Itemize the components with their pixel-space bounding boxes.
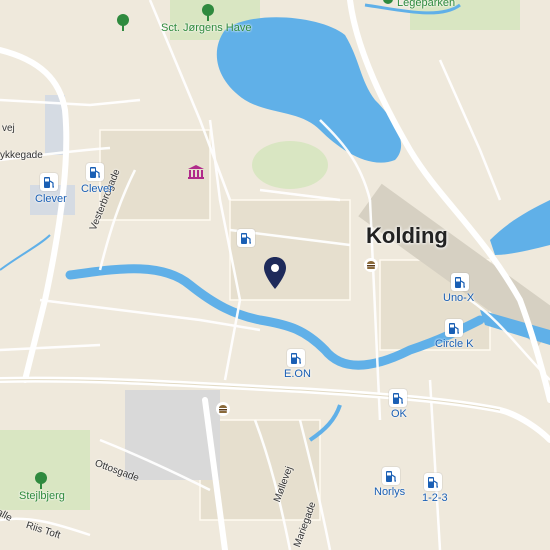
fuel-station-icon[interactable] [40,173,58,191]
fuel-station-icon[interactable] [287,349,305,367]
park-label[interactable]: Sct. Jørgens Have [161,22,251,34]
fuel-station-label[interactable]: E.ON [284,368,311,380]
street-label: vej [2,123,15,134]
burger-icon[interactable] [364,258,378,272]
tree-icon [383,0,393,4]
park-label[interactable]: Stejlbjerg [19,490,65,502]
fuel-station-label[interactable]: OK [391,408,407,420]
tree-icon [35,472,47,489]
fuel-station-icon[interactable] [237,229,255,247]
fuel-station-icon[interactable] [86,163,104,181]
fuel-station-label[interactable]: Circle K [435,338,474,350]
fuel-station-label[interactable]: Clever [81,183,113,195]
museum-icon[interactable] [187,164,205,180]
map-view[interactable]: Kolding vej ykkegade Vesterbrogade Ottos… [0,0,550,550]
fuel-station-icon[interactable] [389,389,407,407]
street-label: ykkegade [0,150,43,161]
fuel-station-label[interactable]: Uno-X [443,292,474,304]
fuel-station-label[interactable]: Norlys [374,486,405,498]
fuel-station-icon[interactable] [451,273,469,291]
fuel-station-icon[interactable] [382,467,400,485]
fuel-station-icon[interactable] [424,473,442,491]
fuel-station-label[interactable]: Clever [35,193,67,205]
city-label: Kolding [366,223,448,248]
tree-icon [202,4,214,21]
fuel-station-label[interactable]: 1-2-3 [422,492,448,504]
park-label[interactable]: Legeparken [397,0,455,9]
burger-icon[interactable] [216,402,230,416]
fuel-station-icon[interactable] [445,319,463,337]
tree-icon [117,14,129,31]
location-pin-icon[interactable] [263,256,287,290]
